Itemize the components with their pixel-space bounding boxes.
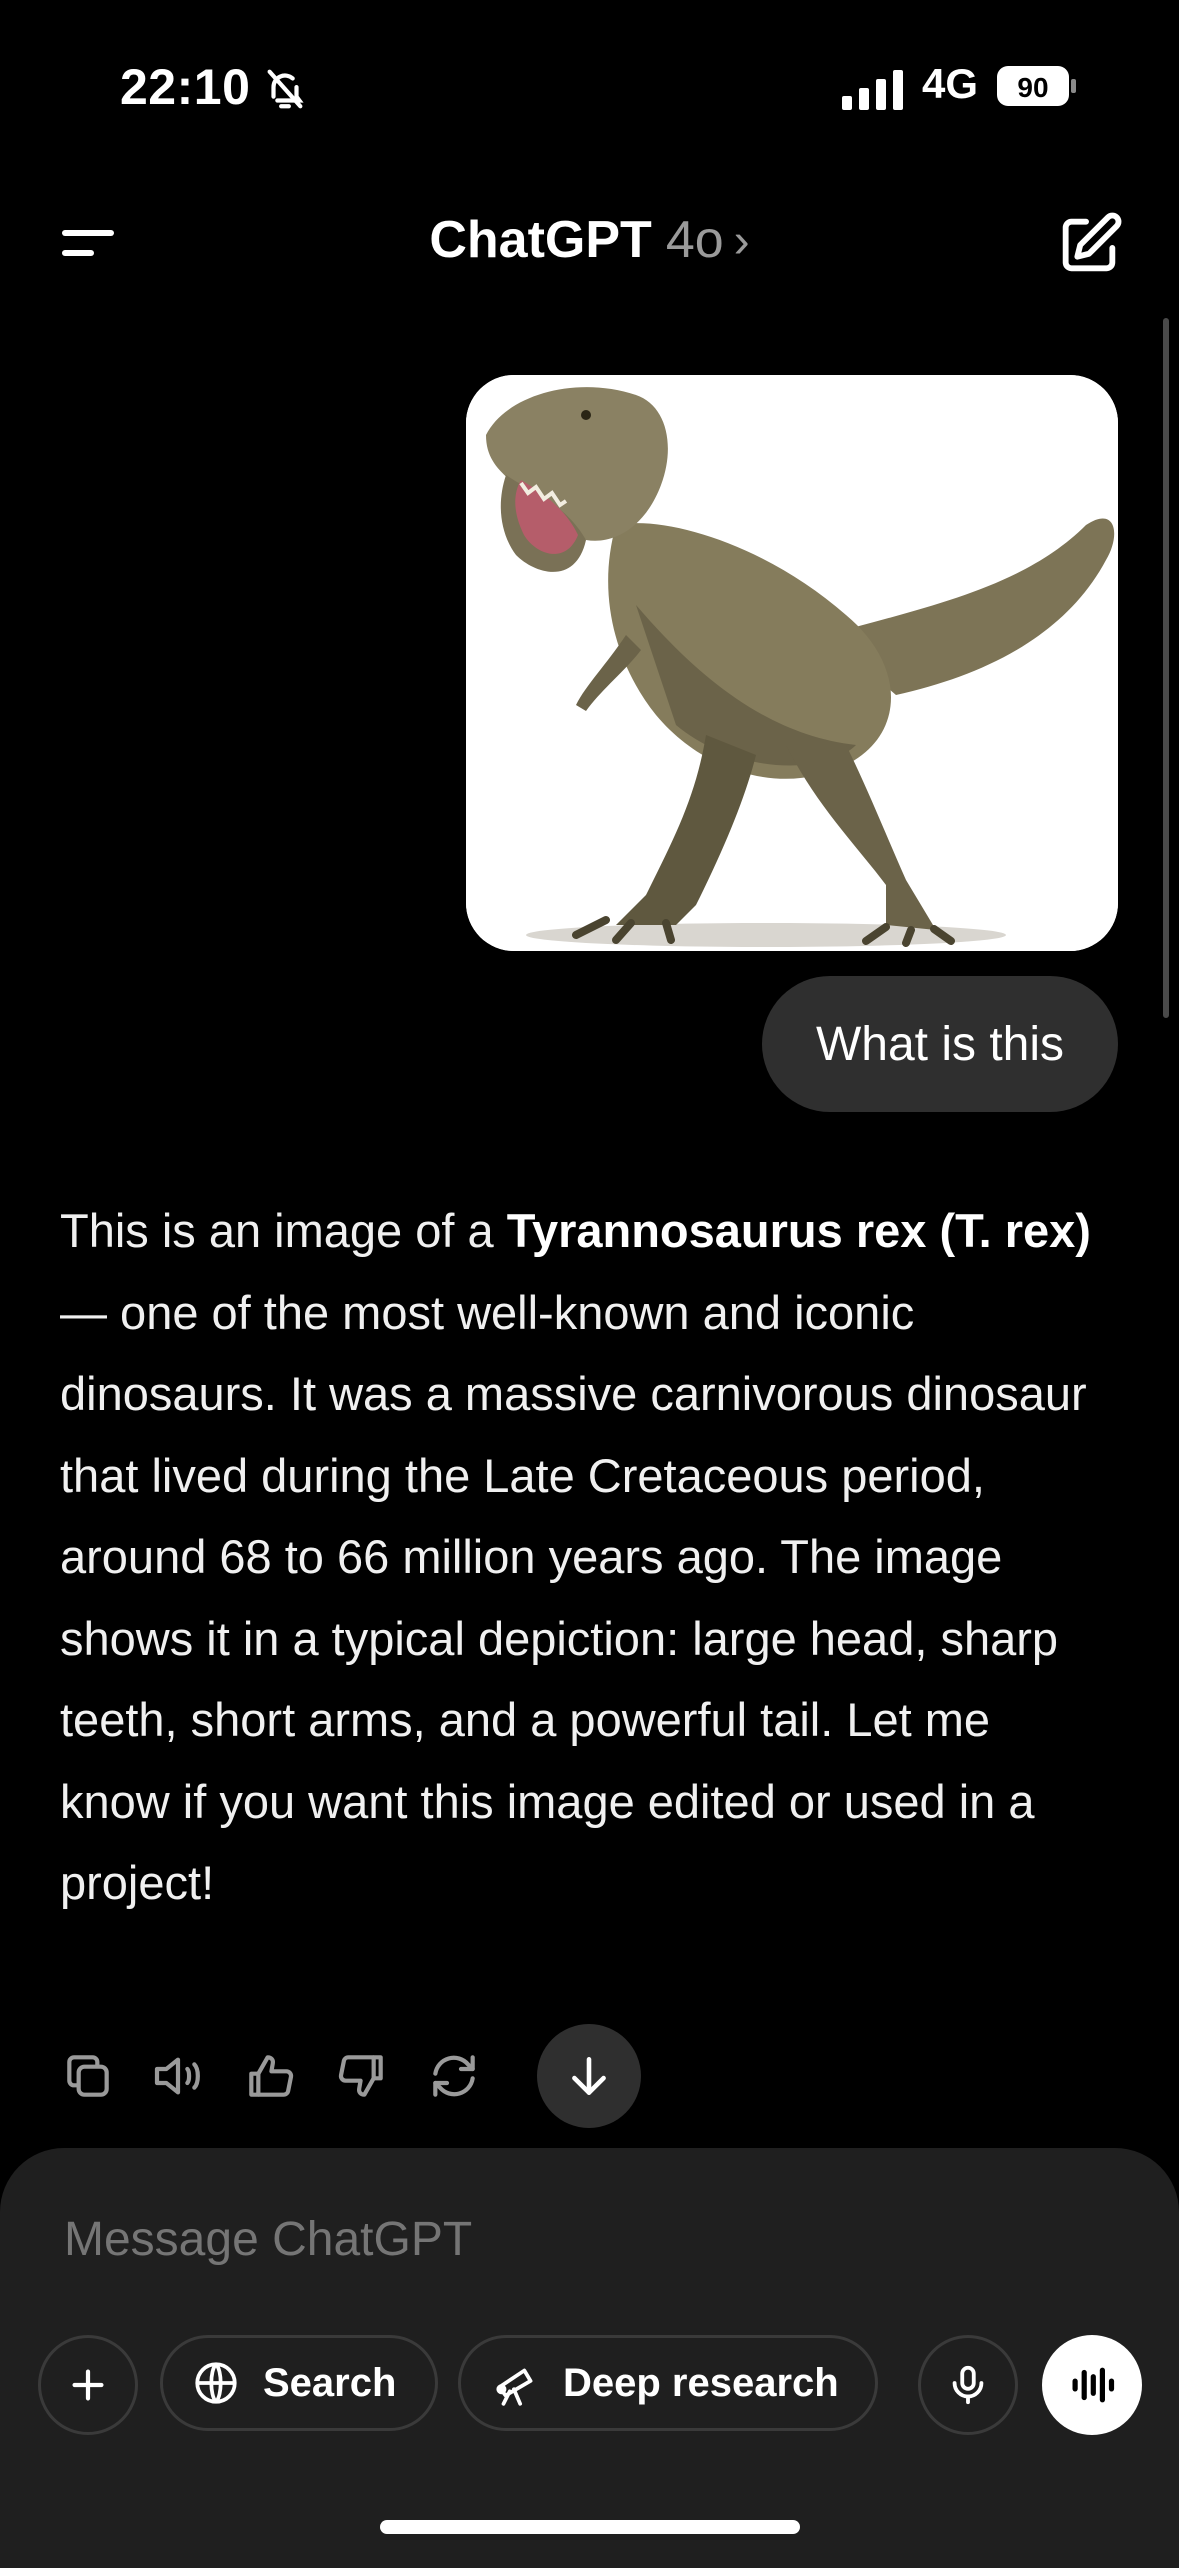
microphone-icon <box>952 2365 984 2405</box>
telescope-icon <box>496 2368 533 2406</box>
signal-icon <box>842 68 906 110</box>
deep-research-label: Deep research <box>563 2360 839 2405</box>
voice-mode-button[interactable] <box>1042 2335 1142 2435</box>
add-attachment-button[interactable] <box>38 2335 138 2435</box>
silent-bell-icon <box>262 66 308 112</box>
deep-research-button[interactable]: Deep research <box>458 2335 878 2431</box>
user-message-bubble: What is this <box>762 976 1118 1112</box>
model-selector[interactable]: ChatGPT 4o › <box>0 210 1179 270</box>
thumbs-down-icon[interactable] <box>334 2048 390 2104</box>
voice-waveform-icon <box>1072 2367 1115 2403</box>
user-message-text: What is this <box>815 1017 1065 1071</box>
new-chat-button[interactable] <box>1054 210 1124 280</box>
battery-icon: 90 <box>996 64 1078 108</box>
assistant-text-intro: This is an image of a <box>60 1204 507 1257</box>
dictate-button[interactable] <box>918 2335 1018 2435</box>
assistant-text-rest: — one of the most well-known and iconic … <box>60 1285 1087 1910</box>
regenerate-icon[interactable] <box>426 2048 482 2104</box>
battery-level: 90 <box>1017 72 1048 103</box>
t-rex-image <box>466 375 1118 951</box>
plus-icon <box>72 2369 104 2401</box>
scroll-down-button[interactable] <box>537 2024 641 2128</box>
network-label: 4G <box>922 60 979 107</box>
thumbs-up-icon[interactable] <box>242 2048 298 2104</box>
search-button[interactable]: Search <box>160 2335 438 2431</box>
copy-icon[interactable] <box>60 2048 116 2104</box>
chevron-right-icon: › <box>733 215 750 268</box>
assistant-text-bold: Tyrannosaurus rex (T. rex) <box>506 1204 1091 1257</box>
arrow-down-icon <box>572 2057 606 2095</box>
status-time: 22:10 <box>120 59 251 115</box>
search-button-label: Search <box>263 2360 397 2405</box>
home-indicator[interactable] <box>380 2520 800 2534</box>
user-uploaded-image[interactable] <box>466 375 1118 951</box>
scrollbar[interactable] <box>1163 318 1169 1018</box>
message-input[interactable] <box>64 2212 964 2267</box>
assistant-message: This is an image of a Tyrannosaurus rex … <box>60 1190 1100 1924</box>
globe-icon <box>195 2362 237 2404</box>
model-name: 4o <box>665 211 724 269</box>
read-aloud-icon[interactable] <box>150 2048 206 2104</box>
app-title: ChatGPT <box>429 211 652 269</box>
